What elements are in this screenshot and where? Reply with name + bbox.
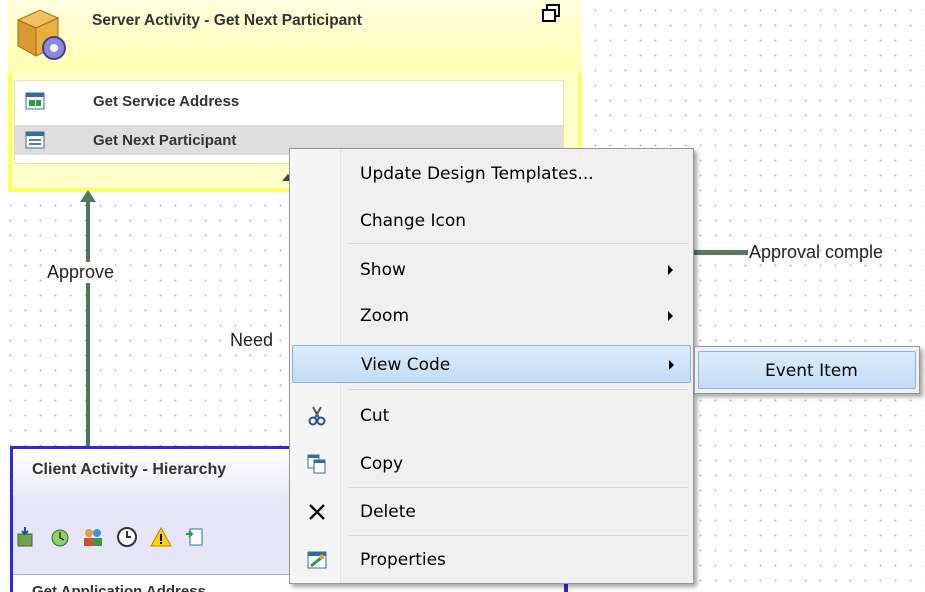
- clock-icon[interactable]: [116, 526, 138, 548]
- list-item-service-address[interactable]: Get Service Address: [15, 86, 563, 116]
- menu-item-cut[interactable]: Cut: [292, 397, 691, 435]
- menu-item-change-icon[interactable]: Change Icon: [292, 202, 691, 240]
- menu-item-view-code[interactable]: View Code: [292, 345, 691, 383]
- arrowhead-icon: [80, 190, 96, 202]
- menu-item-label: Update Design Templates...: [360, 164, 594, 184]
- menu-item-label: Properties: [360, 550, 446, 570]
- copy-icon: [306, 453, 328, 475]
- warning-icon[interactable]: [150, 526, 172, 548]
- submenu-arrow-icon: [668, 311, 673, 321]
- menu-item-label: Copy: [360, 454, 404, 474]
- menu-item-label: Zoom: [360, 306, 410, 326]
- menu-item-zoom[interactable]: Zoom: [292, 297, 691, 335]
- view-code-submenu: Event Item: [694, 346, 920, 394]
- client-activity-title: Client Activity - Hierarchy: [32, 461, 227, 478]
- approve-connector[interactable]: [86, 196, 90, 448]
- menu-item-update-design-templates[interactable]: Update Design Templates...: [292, 155, 691, 193]
- menu-item-copy[interactable]: Copy: [292, 445, 691, 483]
- menu-item-label: Change Icon: [360, 211, 467, 231]
- properties-icon: [306, 549, 328, 571]
- restore-icon[interactable]: [542, 4, 560, 22]
- server-activity-title: Server Activity - Get Next Participant: [92, 12, 362, 29]
- menu-item-label: Show: [360, 260, 406, 280]
- menu-item-properties[interactable]: Properties: [292, 541, 691, 579]
- submenu-item-event-item[interactable]: Event Item: [698, 351, 916, 389]
- menu-item-delete[interactable]: Delete: [292, 493, 691, 531]
- service-address-icon: [25, 91, 45, 111]
- server-activity-header[interactable]: [8, 0, 582, 72]
- menu-item-label: Delete: [360, 502, 416, 522]
- users-icon[interactable]: [82, 526, 104, 548]
- approve-label: Approve: [46, 262, 116, 283]
- menu-separator: [348, 535, 688, 536]
- list-item-label[interactable]: Get Application Address: [32, 583, 206, 592]
- submenu-arrow-icon: [669, 360, 674, 370]
- next-participant-icon: [25, 130, 45, 150]
- server-activity-icon: [12, 4, 70, 62]
- list-item-label: Get Service Address: [93, 92, 240, 110]
- input-icon[interactable]: [14, 526, 36, 548]
- menu-item-label: Cut: [360, 406, 390, 426]
- menu-separator: [348, 389, 688, 390]
- submenu-item-label: Event Item: [765, 361, 858, 381]
- output-icon[interactable]: [184, 526, 206, 548]
- context-menu: Update Design Templates... Change Icon S…: [289, 148, 694, 584]
- timer-icon[interactable]: [48, 526, 70, 548]
- delete-icon: [306, 501, 328, 523]
- menu-item-label: View Code: [361, 355, 451, 375]
- menu-separator: [348, 243, 688, 244]
- menu-separator: [348, 487, 688, 488]
- client-activity-toolbar: [14, 526, 206, 552]
- scissors-icon: [306, 405, 328, 427]
- need-label: Need: [230, 330, 274, 350]
- list-item-label: Get Next Participant: [93, 131, 237, 149]
- menu-item-show[interactable]: Show: [292, 251, 691, 289]
- submenu-arrow-icon: [668, 265, 673, 275]
- approval-complete-label: Approval comple: [749, 242, 884, 262]
